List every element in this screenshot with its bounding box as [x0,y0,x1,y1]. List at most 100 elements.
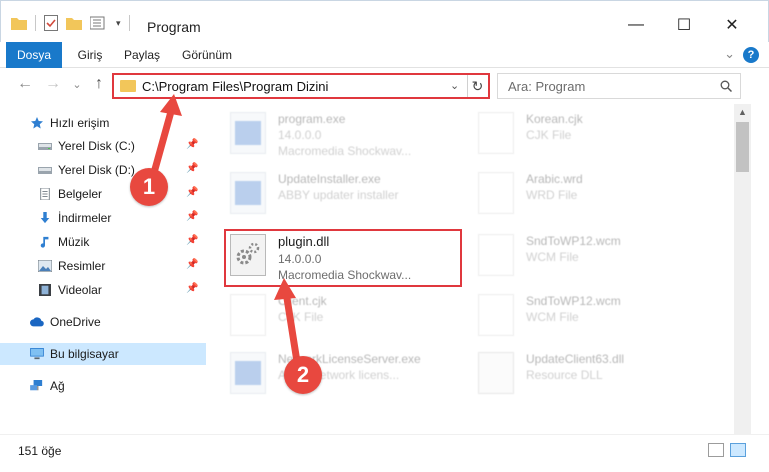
tab-view[interactable]: Görünüm [176,42,238,68]
file-type: Resource DLL [526,368,603,382]
application-icon [230,352,266,394]
title-bar: ▾ Program — ☐ ✕ [0,0,769,42]
document-icon [478,112,514,154]
list-item[interactable]: NetworkLicenseServer.exe ABBY network li… [230,348,470,404]
customize-toolbar-icon[interactable] [90,16,108,30]
scroll-up-icon[interactable]: ▲ [734,104,751,121]
tab-file[interactable]: Dosya [6,42,62,68]
list-item[interactable]: Client.cjk CJK File [230,290,470,346]
documents-icon [40,188,50,200]
list-item[interactable]: SndToWP12.wcm WCM File [478,230,718,286]
computer-icon [30,348,44,360]
sidebar-item-label: Bu bilgisayar [50,347,119,361]
sidebar-item-label: Resimler [58,259,106,273]
properties-icon[interactable] [44,15,58,31]
expand-ribbon-icon[interactable]: ⌄ [724,46,735,62]
callout-step-1: 1 [130,168,168,206]
cloud-icon [30,317,44,327]
search-box[interactable]: Ara: Program [497,73,741,99]
tab-share[interactable]: Paylaş [118,42,166,68]
document-icon [478,172,514,214]
quick-access-toolbar: ▾ [11,15,130,31]
navigation-bar: ← → ⌄ ↑ C:\Program Files\Program Dizini … [0,68,769,104]
sidebar-item-network[interactable]: Ağ [0,375,206,397]
address-dropdown-icon[interactable]: ⌄ [450,79,459,92]
sidebar-item-pictures[interactable]: Resimler 📌 [0,255,206,277]
details-view-icon[interactable] [708,443,724,457]
large-icons-view-icon[interactable] [730,443,746,457]
refresh-button[interactable]: ↻ [467,75,487,97]
toolbar-divider [35,15,36,31]
application-icon [230,112,266,154]
sidebar-item-documents[interactable]: Belgeler 📌 [0,183,206,205]
file-type: WCM File [526,250,579,264]
pin-icon[interactable]: 📌 [186,187,198,198]
toolbar-dropdown-icon[interactable]: ▾ [116,18,121,29]
navigation-pane: Hızlı erişim Yerel Disk (C:) 📌 Yerel Dis… [0,104,206,434]
sidebar-item-local-disk-d[interactable]: Yerel Disk (D:) 📌 [0,159,206,181]
sidebar-item-videos[interactable]: Videolar 📌 [0,279,206,301]
address-bar[interactable]: C:\Program Files\Program Dizini ⌄ ↻ [112,73,490,99]
tab-home[interactable]: Giriş [68,42,112,68]
application-icon [230,172,266,214]
list-item[interactable]: UpdateInstaller.exe ABBY updater install… [230,168,470,224]
pin-icon[interactable]: 📌 [186,163,198,174]
list-item[interactable]: UpdateClient63.dll Resource DLL [478,348,718,404]
sidebar-item-quick-access[interactable]: Hızlı erişim [0,112,206,134]
file-name: UpdateClient63.dll [526,352,625,366]
list-item[interactable]: Korean.cjk CJK File [478,108,718,164]
sidebar-item-onedrive[interactable]: OneDrive [0,311,206,333]
search-icon[interactable] [720,80,732,92]
scroll-thumb[interactable] [736,122,749,172]
recent-locations-button[interactable]: ⌄ [66,78,88,91]
back-button[interactable]: ← [14,75,36,93]
new-folder-icon[interactable] [66,16,82,30]
sidebar-item-label: Ağ [50,379,65,393]
file-type: WRD File [526,188,578,202]
vertical-scrollbar[interactable]: ▲ [734,104,751,434]
sidebar-item-downloads[interactable]: İndirmeler 📌 [0,207,206,229]
up-button[interactable]: ↑ [88,75,110,93]
sidebar-item-label: Hızlı erişim [50,116,110,130]
file-type: WCM File [526,310,579,324]
file-name: Client.cjk [278,294,327,308]
file-name: Arabic.wrd [526,172,583,186]
document-icon [478,294,514,336]
sidebar-item-label: Belgeler [58,187,103,201]
close-button[interactable]: ✕ [717,13,747,37]
pin-icon[interactable]: 📌 [186,283,198,294]
file-name: Korean.cjk [526,112,583,126]
pin-icon[interactable]: 📌 [186,259,198,270]
document-icon [230,294,266,336]
sidebar-item-label: Yerel Disk (D:) [58,163,135,177]
sidebar-item-this-pc[interactable]: Bu bilgisayar [0,343,206,365]
list-item[interactable]: Arabic.wrd WRD File [478,168,718,224]
forward-button[interactable]: → [42,75,64,93]
sidebar-item-label: Videolar [58,283,102,297]
selection-highlight [224,229,462,287]
minimize-button[interactable]: — [621,13,651,37]
sidebar-item-music[interactable]: Müzik 📌 [0,231,206,253]
maximize-button[interactable]: ☐ [669,13,699,37]
address-path[interactable]: C:\Program Files\Program Dizini [142,79,328,94]
sidebar-item-label: OneDrive [50,315,101,329]
file-description: Macromedia Shockwav... [278,144,412,158]
list-item[interactable]: program.exe 14.0.0.0 Macromedia Shockwav… [230,108,470,164]
file-version: 14.0.0.0 [278,128,322,142]
file-name: SndToWP12.wcm [526,294,621,308]
list-item[interactable]: SndToWP12.wcm WCM File [478,290,718,346]
item-count: 151 öğe [18,444,62,458]
drive-icon [38,143,52,150]
pin-icon[interactable]: 📌 [186,211,198,222]
download-icon [40,212,50,224]
search-placeholder: Ara: Program [508,79,586,94]
file-type: CJK File [278,310,324,324]
pin-icon[interactable]: 📌 [186,235,198,246]
pin-icon[interactable]: 📌 [186,139,198,150]
status-bar: 151 öğe [0,434,769,472]
file-description: ABBY updater installer [278,188,399,202]
folder-icon [120,80,136,92]
help-icon[interactable]: ? [743,47,759,63]
file-name: program.exe [278,112,346,126]
sidebar-item-local-disk-c[interactable]: Yerel Disk (C:) 📌 [0,135,206,157]
